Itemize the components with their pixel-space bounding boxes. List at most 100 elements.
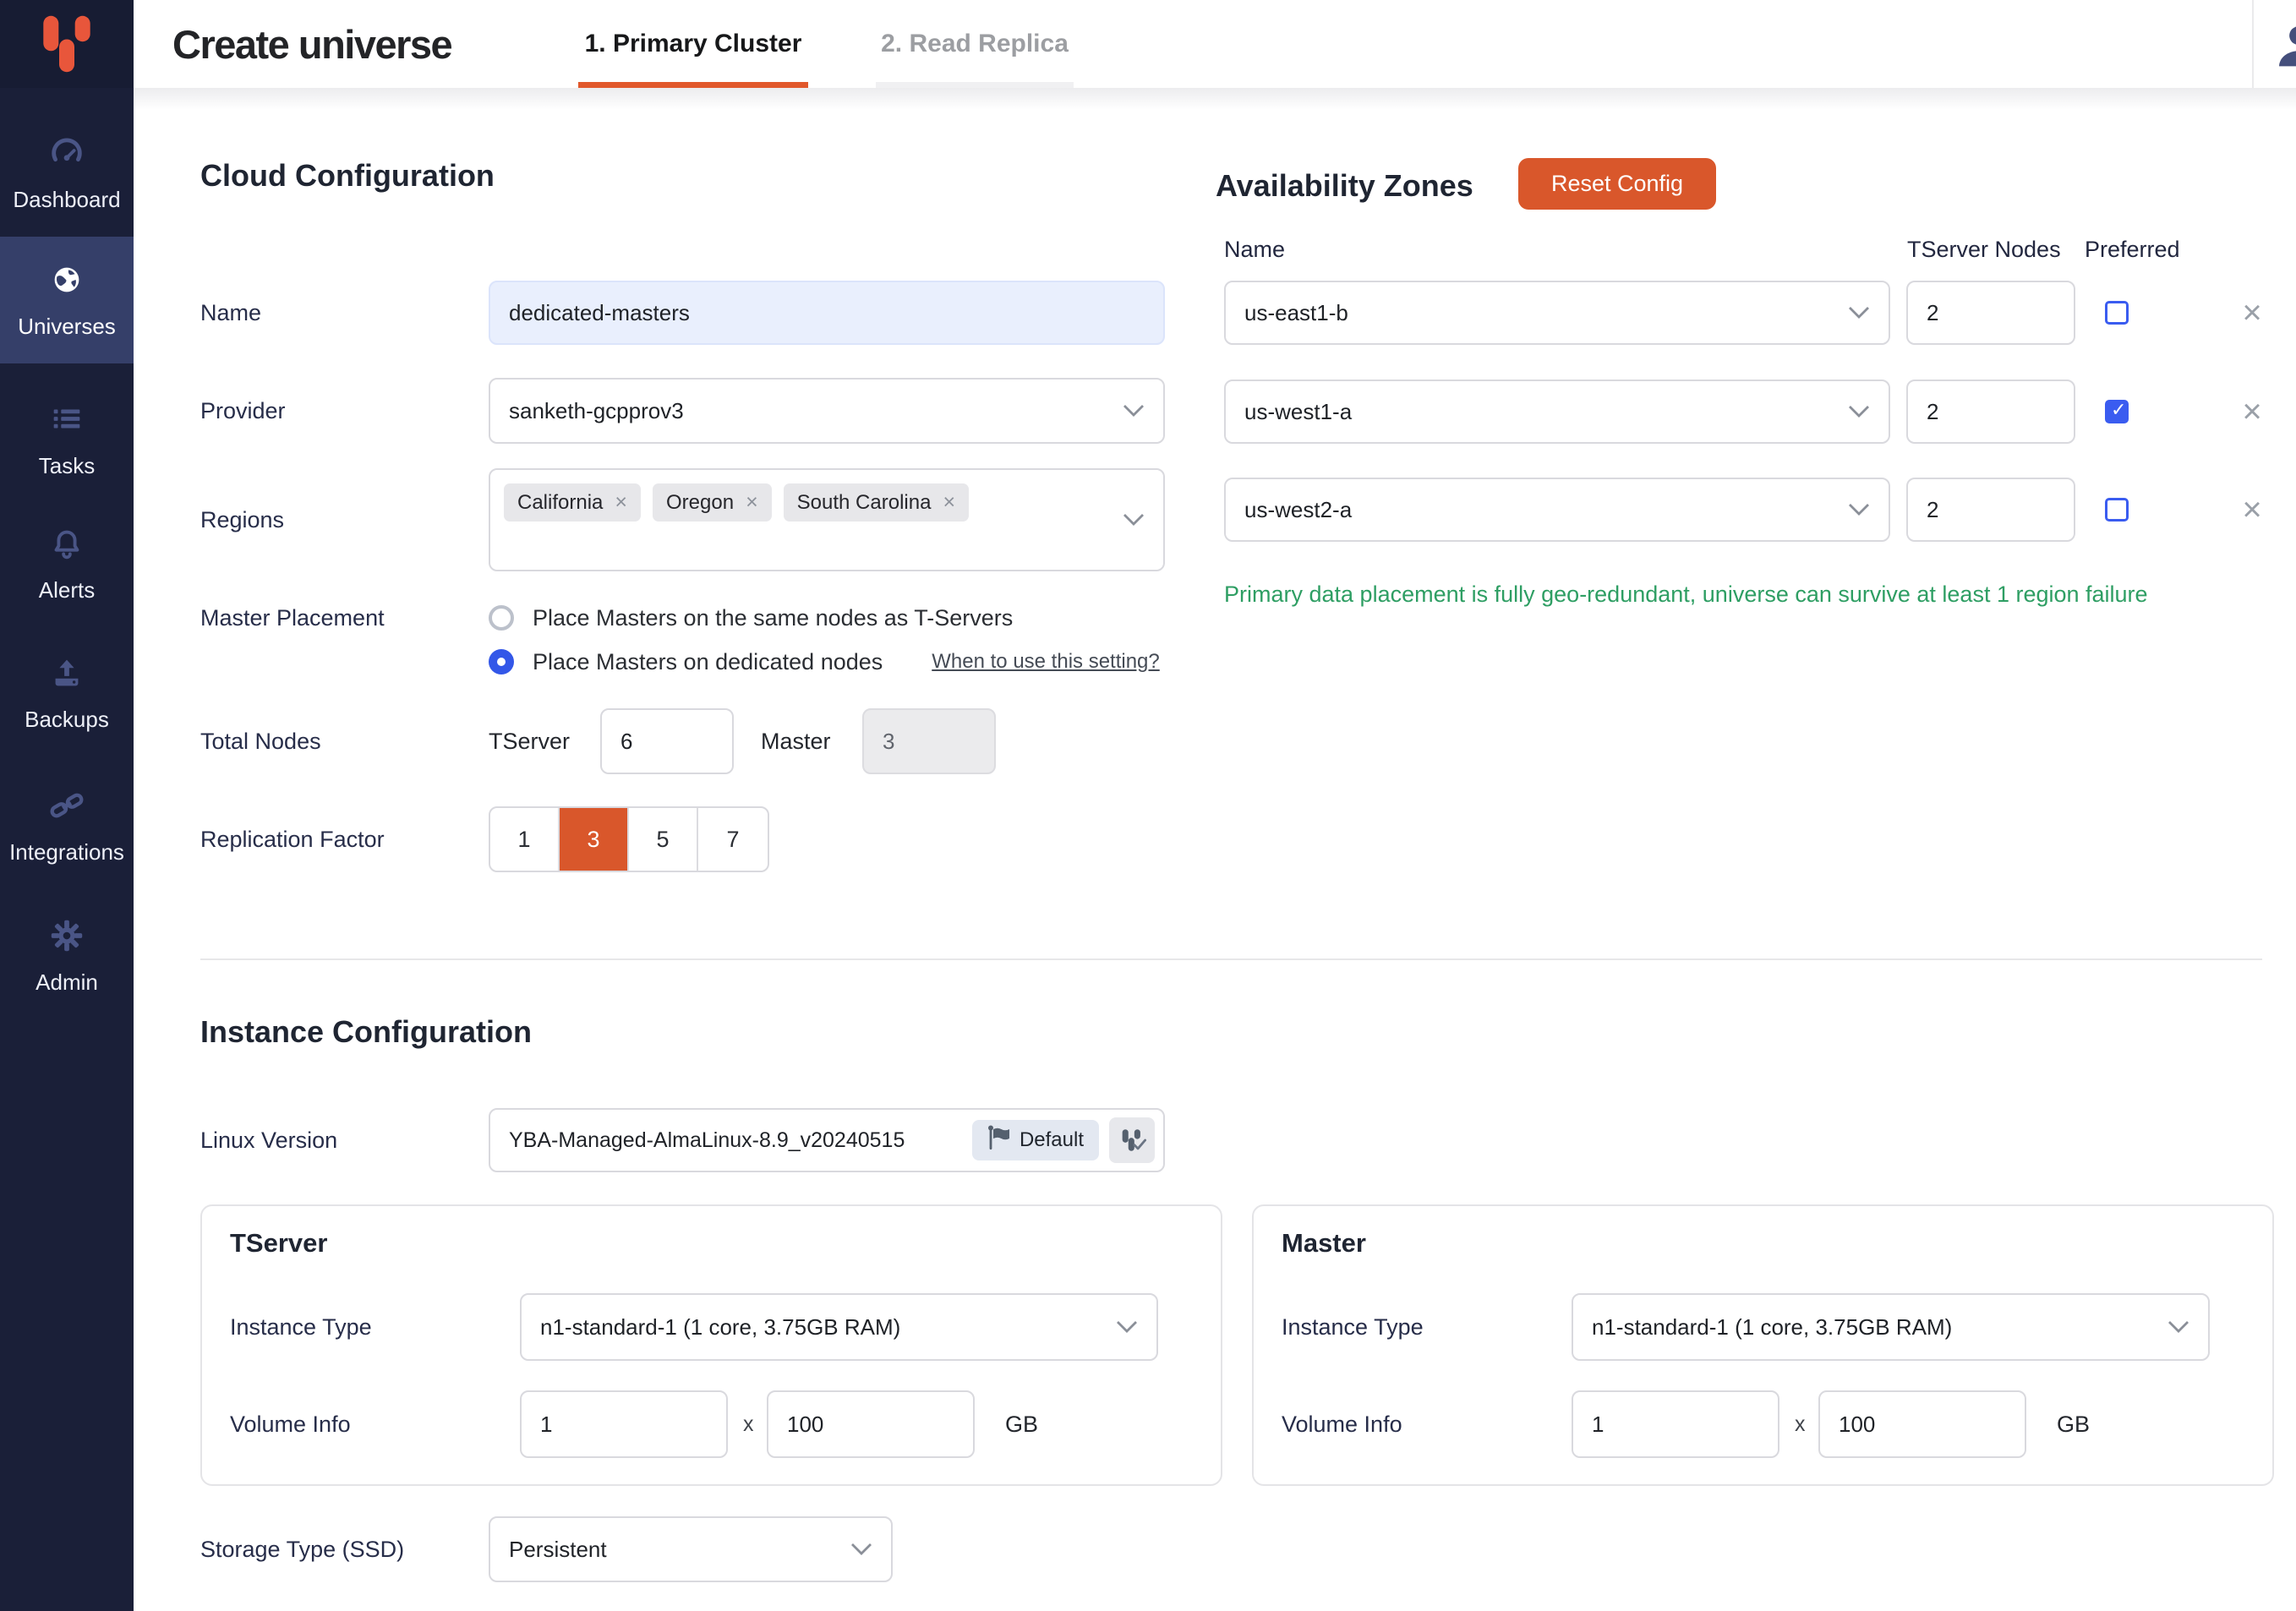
- tab-label: 2. Read Replica: [881, 30, 1069, 58]
- az-node-count-input[interactable]: 2: [1906, 478, 2075, 542]
- sidebar-item-label: Tasks: [39, 453, 95, 479]
- az-name: us-west1-a: [1244, 399, 1352, 425]
- linux-version-label: Linux Version: [200, 1108, 337, 1172]
- az-select[interactable]: us-west1-a: [1224, 380, 1890, 444]
- volume-info-label: Volume Info: [230, 1390, 351, 1458]
- tserver-panel: TServer Instance Type n1-standard-1 (1 c…: [200, 1204, 1222, 1486]
- header-shadow: [134, 88, 2296, 110]
- universes-globe-icon: [47, 260, 86, 303]
- yb-managed-icon[interactable]: [1109, 1117, 1155, 1163]
- remove-az-icon[interactable]: ×: [2233, 380, 2271, 444]
- sidebar-item-alerts[interactable]: Alerts: [0, 500, 134, 627]
- region-chip-label: South Carolina: [797, 491, 932, 515]
- linux-version-select[interactable]: YBA-Managed-AlmaLinux-8.9_v20240515 Defa…: [489, 1108, 1165, 1172]
- regions-multiselect[interactable]: California × Oregon × South Carolina ×: [489, 468, 1165, 571]
- rf-option-5[interactable]: 5: [629, 808, 698, 871]
- chevron-down-icon: [1123, 404, 1145, 418]
- radio-button[interactable]: [489, 605, 514, 631]
- default-badge-label: Default: [1020, 1128, 1084, 1152]
- geo-redundancy-message: Primary data placement is fully geo-redu…: [1224, 582, 2148, 608]
- radio-button[interactable]: [489, 649, 514, 674]
- instance-type-value: n1-standard-1 (1 core, 3.75GB RAM): [1592, 1314, 1952, 1341]
- az-name: us-west2-a: [1244, 497, 1352, 523]
- volume-unit-label: GB: [2057, 1390, 2090, 1458]
- header-divider: [2252, 0, 2254, 88]
- instance-type-value: n1-standard-1 (1 core, 3.75GB RAM): [540, 1314, 900, 1341]
- rf-option-1[interactable]: 1: [490, 808, 560, 871]
- sidebar-item-dashboard[interactable]: Dashboard: [0, 110, 134, 237]
- remove-region-icon[interactable]: ×: [746, 490, 758, 515]
- storage-type-label: Storage Type (SSD): [200, 1516, 404, 1582]
- default-badge: Default: [972, 1120, 1099, 1160]
- storage-type-select[interactable]: Persistent: [489, 1516, 893, 1582]
- tab-read-replica[interactable]: 2. Read Replica: [876, 0, 1074, 88]
- chevron-down-icon: [1848, 405, 1870, 418]
- volume-times-label: x: [1795, 1390, 1806, 1458]
- user-avatar-icon[interactable]: [2274, 20, 2296, 74]
- tserver-count-label: TServer: [489, 708, 570, 774]
- region-chip: Oregon ×: [653, 483, 772, 522]
- sidebar-item-universes[interactable]: Universes: [0, 237, 134, 363]
- availability-zones-title: Availability Zones: [1216, 168, 1473, 204]
- volume-unit-label: GB: [1005, 1390, 1038, 1458]
- preferred-checkbox[interactable]: [2105, 498, 2129, 522]
- tserver-volume-size-input[interactable]: 100: [767, 1390, 975, 1458]
- yugabyte-logo[interactable]: [0, 0, 134, 88]
- tserver-volume-count-input[interactable]: 1: [520, 1390, 728, 1458]
- replication-factor-selector: 1 3 5 7: [489, 806, 769, 872]
- provider-select[interactable]: sanketh-gcpprov3: [489, 378, 1165, 444]
- remove-az-icon[interactable]: ×: [2233, 281, 2271, 345]
- rf-option-7[interactable]: 7: [698, 808, 768, 871]
- master-volume-size-input[interactable]: 100: [1818, 1390, 2026, 1458]
- rf-option-3[interactable]: 3: [560, 808, 629, 871]
- tserver-nodes-input[interactable]: 6: [600, 708, 734, 774]
- tab-underline: [578, 82, 808, 88]
- universe-name-input[interactable]: dedicated-masters: [489, 281, 1165, 345]
- sidebar-item-label: Backups: [25, 707, 109, 733]
- chevron-down-icon: [1116, 1320, 1138, 1334]
- remove-region-icon[interactable]: ×: [943, 490, 955, 515]
- az-col-tserver-nodes: TServer Nodes: [1907, 237, 2061, 263]
- sidebar-item-tasks[interactable]: Tasks: [0, 376, 134, 503]
- chevron-down-icon: [1848, 503, 1870, 516]
- tasks-list-icon: [47, 400, 86, 443]
- section-divider: [200, 958, 2262, 960]
- chevron-down-icon: [2168, 1320, 2189, 1334]
- tserver-instance-type-select[interactable]: n1-standard-1 (1 core, 3.75GB RAM): [520, 1293, 1158, 1361]
- preferred-checkbox[interactable]: [2105, 400, 2129, 423]
- integrations-link-icon: [47, 786, 86, 829]
- when-to-use-link[interactable]: When to use this setting?: [932, 650, 1159, 674]
- master-volume-count-input[interactable]: 1: [1572, 1390, 1779, 1458]
- master-placement-option-dedicated[interactable]: Place Masters on dedicated nodes When to…: [489, 642, 1160, 681]
- az-col-preferred: Preferred: [2085, 237, 2180, 263]
- header: Create universe 1. Primary Cluster 2. Re…: [134, 0, 2296, 88]
- instance-type-label: Instance Type: [1282, 1293, 1424, 1361]
- master-instance-type-select[interactable]: n1-standard-1 (1 core, 3.75GB RAM): [1572, 1293, 2210, 1361]
- dashboard-icon: [47, 134, 86, 177]
- provider-value: sanketh-gcpprov3: [509, 398, 684, 424]
- az-node-count-input[interactable]: 2: [1906, 380, 2075, 444]
- reset-config-button[interactable]: Reset Config: [1518, 158, 1716, 210]
- master-panel-title: Master: [1282, 1228, 1366, 1259]
- provider-label: Provider: [200, 378, 286, 444]
- tab-underline: [876, 82, 1074, 88]
- sidebar-item-admin[interactable]: Admin: [0, 893, 134, 1019]
- preferred-checkbox[interactable]: [2105, 301, 2129, 325]
- master-placement-option-same-nodes[interactable]: Place Masters on the same nodes as T-Ser…: [489, 598, 1013, 637]
- regions-label: Regions: [200, 468, 284, 571]
- total-nodes-label: Total Nodes: [200, 708, 321, 774]
- tab-primary-cluster[interactable]: 1. Primary Cluster: [578, 0, 808, 88]
- az-select[interactable]: us-east1-b: [1224, 281, 1890, 345]
- sidebar-item-backups[interactable]: Backups: [0, 630, 134, 756]
- az-select[interactable]: us-west2-a: [1224, 478, 1890, 542]
- flag-icon: [987, 1125, 1009, 1156]
- sidebar-item-label: Alerts: [39, 577, 95, 603]
- chevron-down-icon: [850, 1543, 872, 1556]
- remove-az-icon[interactable]: ×: [2233, 478, 2271, 542]
- create-universe-page: Create universe 1. Primary Cluster 2. Re…: [0, 0, 2296, 1611]
- sidebar-item-integrations[interactable]: Integrations: [0, 762, 134, 889]
- az-node-count-input[interactable]: 2: [1906, 281, 2075, 345]
- page-title: Create universe: [172, 0, 451, 88]
- remove-region-icon[interactable]: ×: [615, 490, 627, 515]
- replication-factor-label: Replication Factor: [200, 806, 385, 872]
